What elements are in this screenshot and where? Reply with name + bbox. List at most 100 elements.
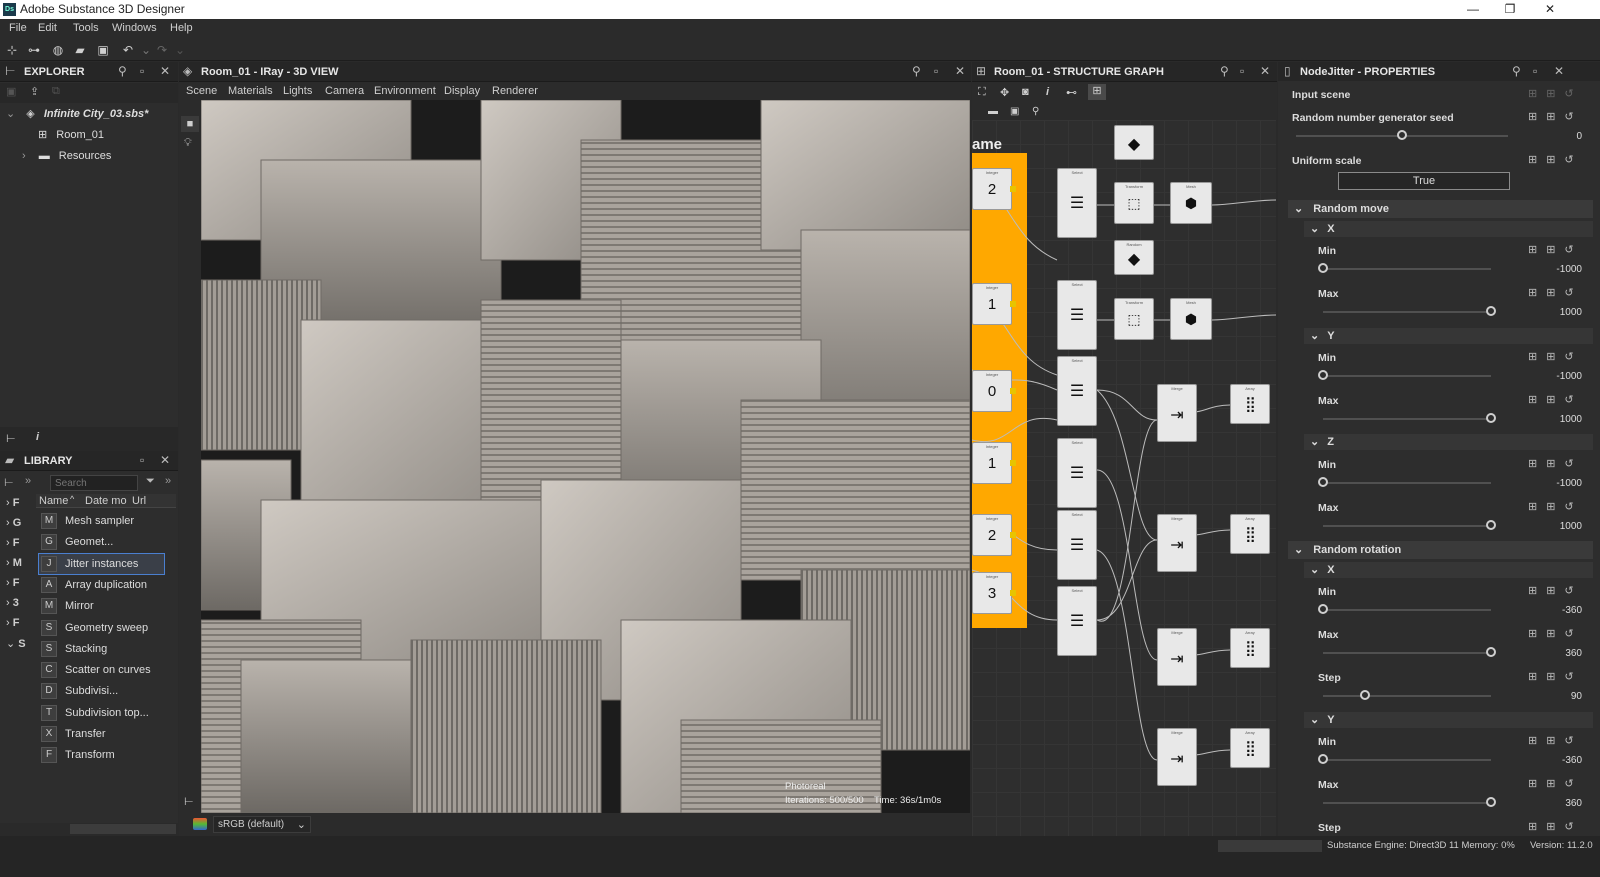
close-icon[interactable]: ✕ [160, 64, 170, 78]
merge-node[interactable]: Merge ⇥ [1157, 728, 1197, 786]
package-row[interactable]: ⌄ ◈ Infinite City_03.sbs* [6, 104, 176, 124]
col-url[interactable]: Url [132, 495, 146, 507]
menu-renderer[interactable]: Renderer [492, 85, 538, 97]
close-window-button[interactable]: ✕ [1530, 0, 1570, 19]
rotation-y-subsection[interactable]: ⌄ Y [1304, 712, 1593, 728]
random-rotation-section[interactable]: ⌄ Random rotation [1288, 541, 1593, 559]
slider-knob[interactable] [1486, 520, 1496, 530]
category-row[interactable]: › F [6, 617, 34, 629]
layout-icon[interactable]: ⊞ [1088, 84, 1106, 100]
menu-materials[interactable]: Materials [228, 85, 273, 97]
slider-track[interactable] [1323, 695, 1491, 697]
output-pin[interactable] [1010, 460, 1016, 466]
diamond-node[interactable]: ◆ [1114, 125, 1154, 160]
close-icon[interactable]: ✕ [1260, 64, 1270, 78]
camera-icon[interactable]: ■ [181, 116, 199, 132]
tree-icon[interactable]: ⊢ [6, 432, 16, 445]
param-value[interactable]: -360 [1562, 605, 1582, 616]
slider-knob[interactable] [1318, 754, 1328, 764]
param-icons[interactable]: ⊞⊞↺ [1528, 670, 1592, 684]
slider-track[interactable] [1323, 759, 1491, 761]
slider-knob[interactable] [1486, 647, 1496, 657]
number-node[interactable]: Integer 2 [972, 168, 1016, 210]
merge-node[interactable]: Merge ⇥ [1157, 384, 1197, 442]
link-icon[interactable]: ⧉ [52, 85, 60, 98]
slider-track[interactable] [1323, 375, 1491, 377]
list-node[interactable]: Select ☰ [1057, 356, 1097, 426]
minimize-button[interactable]: — [1453, 0, 1493, 19]
category-row[interactable]: › F [6, 537, 34, 549]
move-y-subsection[interactable]: ⌄ Y [1304, 328, 1593, 344]
rotation-x-subsection[interactable]: ⌄ X [1304, 562, 1593, 578]
category-row[interactable]: › F [6, 577, 34, 589]
list-node[interactable]: Select ☰ [1057, 280, 1097, 350]
param-icons[interactable]: ⊞⊞↺ [1528, 584, 1592, 598]
light-icon[interactable]: 💡︎ [184, 137, 192, 150]
library-item[interactable]: F Transform [39, 745, 164, 765]
library-item[interactable]: X Transfer [39, 724, 164, 744]
merge-node[interactable]: Merge ⇥ [1157, 628, 1197, 686]
param-icons[interactable]: ⊞⊞↺ [1528, 153, 1592, 167]
output-pin[interactable] [1010, 301, 1016, 307]
menu-scene[interactable]: Scene [186, 85, 217, 97]
array-node[interactable]: Array ⣿ [1230, 384, 1270, 424]
globe-icon[interactable]: ◍ [50, 42, 66, 58]
array-node[interactable]: Array ⣿ [1230, 728, 1270, 768]
slider-knob[interactable] [1486, 797, 1496, 807]
param-icons[interactable]: ⊞⊞↺ [1528, 820, 1592, 834]
param-value[interactable]: 1000 [1560, 521, 1582, 532]
param-icons[interactable]: ⊞⊞↺ [1528, 286, 1592, 300]
param-value[interactable]: 1000 [1560, 414, 1582, 425]
param-value[interactable]: 90 [1571, 691, 1582, 702]
open-folder-icon[interactable]: ▰ [72, 42, 88, 58]
slider-track[interactable] [1323, 609, 1491, 611]
transform-node[interactable]: Transform ⬚ [1114, 298, 1154, 340]
move-x-subsection[interactable]: ⌄ X [1304, 221, 1593, 237]
category-row[interactable]: › G [6, 517, 34, 529]
seed-value[interactable]: 0 [1576, 131, 1582, 142]
expand-icon[interactable]: » [25, 475, 31, 487]
menu-display[interactable]: Display [444, 85, 480, 97]
frame-icon[interactable]: ▣ [1010, 106, 1019, 117]
expand-icon[interactable]: » [165, 475, 171, 487]
tree-icon[interactable]: ⊢ [184, 795, 194, 808]
list-node[interactable]: Select ☰ [1057, 586, 1097, 656]
resources-row[interactable]: › ▬ Resources [22, 146, 162, 166]
output-pin[interactable] [1010, 532, 1016, 538]
slider-knob[interactable] [1318, 604, 1328, 614]
list-node[interactable]: Select ☰ [1057, 168, 1097, 238]
slider-track[interactable] [1323, 311, 1491, 313]
info-icon[interactable]: i [36, 431, 39, 443]
library-item[interactable]: C Scatter on curves [39, 660, 164, 680]
array-node[interactable]: Array ⣿ [1230, 514, 1270, 554]
output-pin[interactable] [1010, 186, 1016, 192]
library-item[interactable]: A Array duplication [39, 575, 164, 595]
library-tree-icon[interactable]: ⊢ [4, 476, 14, 489]
param-value[interactable]: -1000 [1556, 264, 1582, 275]
library-item[interactable]: S Stacking [39, 639, 164, 659]
library-item[interactable]: M Mirror [39, 596, 164, 616]
param-icons[interactable]: ⊞⊞↺ [1528, 243, 1592, 257]
pin-icon[interactable]: ⚲ [1220, 64, 1229, 78]
frame-all-icon[interactable]: ⛶ [978, 86, 986, 99]
chevron-down-icon[interactable]: ⌄ [172, 42, 188, 58]
slider-knob[interactable] [1318, 370, 1328, 380]
align-icon[interactable]: ⊷ [1066, 86, 1077, 99]
library-item[interactable]: G Geomet... [39, 532, 164, 552]
col-name[interactable]: Name [39, 495, 68, 507]
library-search-input[interactable] [50, 475, 138, 491]
param-icons[interactable]: ⊞⊞↺ [1528, 500, 1592, 514]
info-icon[interactable]: i [1046, 86, 1049, 98]
category-row[interactable]: › 3 [6, 597, 34, 609]
array-node[interactable]: Array ⣿ [1230, 628, 1270, 668]
param-icons[interactable]: ⊞⊞↺ [1528, 350, 1592, 364]
filter-icon[interactable]: ⏷ [146, 475, 155, 488]
menu-lights[interactable]: Lights [283, 85, 312, 97]
slider-knob[interactable] [1318, 263, 1328, 273]
param-icons[interactable]: ⊞⊞↺ [1528, 777, 1592, 791]
new-graph-icon[interactable]: ⊹ [4, 42, 20, 58]
publish-icon[interactable]: ⇪ [30, 85, 39, 98]
library-item[interactable]: J Jitter instances [38, 552, 165, 575]
menu-windows[interactable]: Windows [112, 22, 157, 34]
library-item[interactable]: D Subdivisi... [39, 681, 164, 701]
